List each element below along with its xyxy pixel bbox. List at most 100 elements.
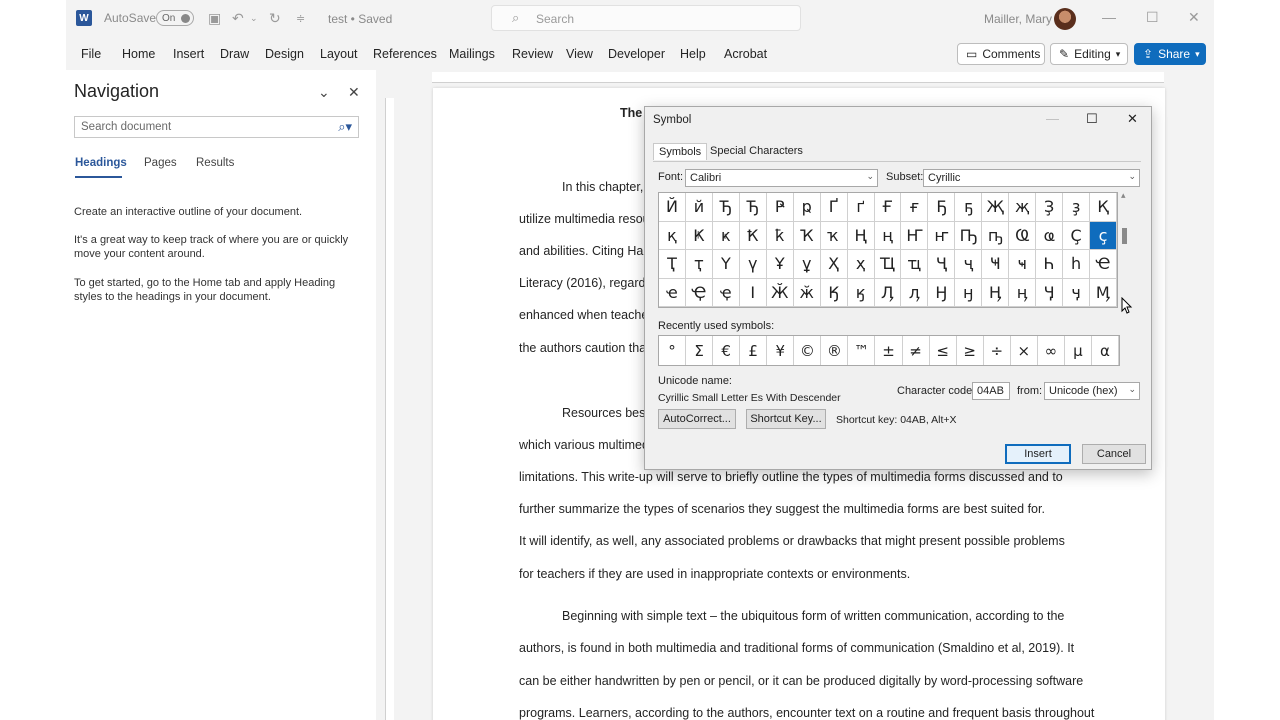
tab-draw[interactable]: Draw <box>220 47 249 61</box>
recent-symbol-cell[interactable]: ¥ <box>767 336 795 365</box>
symbol-cell[interactable]: Ӎ <box>1090 278 1117 307</box>
font-select[interactable]: Calibri ⌄ <box>685 169 878 187</box>
recent-symbol-cell[interactable]: × <box>1011 336 1038 365</box>
symbol-cell[interactable]: Ҳ <box>820 250 848 279</box>
symbol-cell[interactable]: Ӈ <box>928 278 956 307</box>
symbol-cell[interactable]: ҷ <box>955 250 983 279</box>
pane-close-icon[interactable]: ✕ <box>348 84 360 101</box>
user-name[interactable]: Mailler, Mary <box>984 12 1052 26</box>
symbol-cell[interactable]: ү <box>739 250 767 279</box>
autocorrect-button[interactable]: AutoCorrect... <box>658 409 736 429</box>
symbol-cell[interactable]: Ӌ <box>1036 278 1064 307</box>
tab-view[interactable]: View <box>566 47 593 61</box>
symbol-cell[interactable]: ҟ <box>766 221 794 250</box>
symbol-cell[interactable]: ҝ <box>712 221 740 250</box>
symbol-cell[interactable]: Ҏ <box>766 193 794 222</box>
symbol-cell[interactable]: Ҹ <box>982 250 1010 279</box>
symbol-cell[interactable]: Һ <box>1036 250 1064 279</box>
recent-symbol-cell[interactable]: ≥ <box>957 336 984 365</box>
from-select[interactable]: Unicode (hex) ⌄ <box>1044 382 1140 400</box>
recent-symbol-cell[interactable]: ≤ <box>930 336 957 365</box>
symbol-cell[interactable]: ҭ <box>685 250 713 279</box>
tab-special-characters[interactable]: Special Characters <box>710 145 803 157</box>
symbol-cell[interactable]: ҧ <box>982 221 1010 250</box>
recent-symbol-cell[interactable]: ÷ <box>984 336 1011 365</box>
symbol-grid-scrollbar[interactable]: ▴ <box>1119 190 1131 308</box>
tab-developer[interactable]: Developer <box>608 47 665 61</box>
tab-mailings[interactable]: Mailings <box>449 47 495 61</box>
recent-symbol-cell[interactable]: μ <box>1065 336 1092 365</box>
navigation-search-input[interactable]: Search document ⌕▾ <box>74 116 359 138</box>
symbol-cell[interactable]: Ҝ <box>685 221 713 250</box>
symbol-cell[interactable]: ҫ <box>1090 221 1117 250</box>
recent-symbol-cell[interactable]: ∞ <box>1038 336 1065 365</box>
autosave-toggle[interactable]: On <box>156 10 194 26</box>
symbol-cell[interactable]: Ҿ <box>685 278 713 307</box>
recent-symbol-cell[interactable]: € <box>713 336 741 365</box>
recent-symbol-cell[interactable]: £ <box>740 336 768 365</box>
close-icon[interactable]: ✕ <box>1188 9 1200 26</box>
symbol-cell[interactable]: Ӄ <box>820 278 848 307</box>
symbol-cell[interactable]: ҡ <box>820 221 848 250</box>
symbol-cell[interactable]: Ғ <box>874 193 902 222</box>
tab-file[interactable]: File <box>81 47 101 61</box>
pane-options-icon[interactable]: ⌄ <box>318 84 330 101</box>
recent-symbol-cell[interactable]: α <box>1092 336 1119 365</box>
symbol-cell[interactable]: Ҙ <box>1036 193 1064 222</box>
symbol-cell[interactable]: ӊ <box>1009 278 1037 307</box>
symbol-cell[interactable]: Ұ <box>766 250 794 279</box>
symbol-cell[interactable]: Ђ <box>712 193 740 222</box>
recent-symbol-cell[interactable]: ® <box>821 336 849 365</box>
symbol-cell[interactable]: һ <box>1063 250 1091 279</box>
symbol-cell[interactable]: ҏ <box>793 193 821 222</box>
symbol-cell[interactable]: й <box>685 193 713 222</box>
symbol-cell[interactable]: ҽ <box>659 278 686 307</box>
symbol-cell[interactable]: Қ <box>1090 193 1117 222</box>
recent-symbol-cell[interactable]: ≠ <box>903 336 930 365</box>
minimize-icon[interactable]: — <box>1102 9 1116 25</box>
tab-home[interactable]: Home <box>122 47 155 61</box>
undo-icon[interactable]: ↶ <box>232 10 244 27</box>
recent-symbol-cell[interactable]: ™ <box>848 336 876 365</box>
symbol-cell[interactable]: ң <box>874 221 902 250</box>
symbol-cell[interactable]: Ҷ <box>928 250 956 279</box>
symbol-cell[interactable]: Ҵ <box>874 250 902 279</box>
redo-icon[interactable]: ↻ <box>269 10 281 27</box>
avatar[interactable] <box>1054 8 1076 30</box>
insert-button[interactable]: Insert <box>1005 444 1071 464</box>
save-icon[interactable]: ▣ <box>208 10 221 27</box>
scroll-thumb[interactable] <box>1122 228 1127 244</box>
symbol-cell[interactable]: ӈ <box>955 278 983 307</box>
tab-review[interactable]: Review <box>512 47 553 61</box>
share-button[interactable]: ⇪ Share ▾ <box>1134 43 1206 65</box>
scroll-up-icon[interactable]: ▴ <box>1121 190 1126 201</box>
symbol-cell[interactable]: Ҡ <box>793 221 821 250</box>
tab-acrobat[interactable]: Acrobat <box>724 47 767 61</box>
symbol-cell[interactable]: ӂ <box>793 278 821 307</box>
symbol-cell[interactable]: Ӂ <box>766 278 794 307</box>
editing-button[interactable]: ✎ Editing ▾ <box>1050 43 1128 65</box>
symbol-cell[interactable]: Ҩ <box>1009 221 1037 250</box>
symbol-cell[interactable]: ҙ <box>1063 193 1091 222</box>
symbol-cell[interactable]: ҹ <box>1009 250 1037 279</box>
symbol-cell[interactable]: Ђ <box>739 193 767 222</box>
symbol-cell[interactable]: ҳ <box>847 250 875 279</box>
shortcut-key-button[interactable]: Shortcut Key... <box>746 409 826 429</box>
comments-button[interactable]: ▭ Comments <box>957 43 1045 65</box>
symbol-cell[interactable]: җ <box>1009 193 1037 222</box>
symbol-cell[interactable]: Ҥ <box>901 221 929 250</box>
close-icon[interactable]: ✕ <box>1127 111 1138 127</box>
recent-symbol-cell[interactable]: ± <box>875 336 903 365</box>
symbol-cell[interactable]: Ҕ <box>928 193 956 222</box>
symbol-cell[interactable]: Ӏ <box>739 278 767 307</box>
symbol-cell[interactable]: ғ <box>901 193 929 222</box>
symbol-cell[interactable]: Й <box>659 193 686 222</box>
symbol-cell[interactable]: Ҫ <box>1063 221 1091 250</box>
symbol-cell[interactable]: Ӆ <box>874 278 902 307</box>
symbol-cell[interactable]: ӌ <box>1063 278 1091 307</box>
cancel-button[interactable]: Cancel <box>1082 444 1146 464</box>
undo-dropdown-icon[interactable]: ⌄ <box>250 13 258 24</box>
tab-pages[interactable]: Pages <box>144 157 177 169</box>
symbol-cell[interactable]: ҵ <box>901 250 929 279</box>
maximize-icon[interactable]: ☐ <box>1086 111 1098 127</box>
